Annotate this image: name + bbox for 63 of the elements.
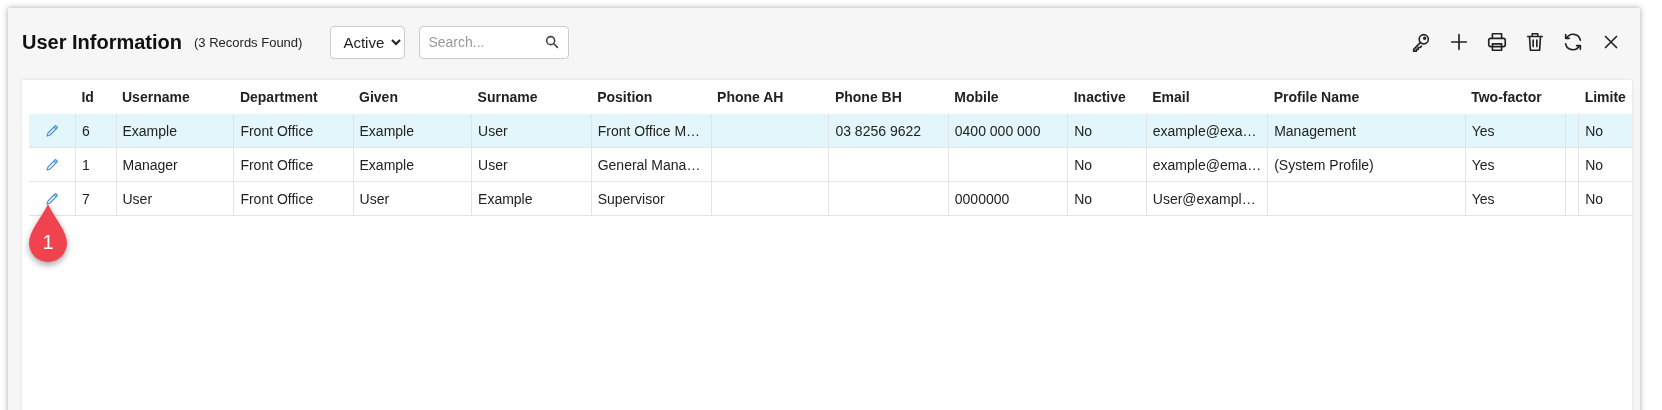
table-cell: 1 [81,156,90,173]
table-cell: Example [359,122,414,139]
add-icon[interactable] [1448,31,1470,53]
table-cell: Yes [1471,122,1495,139]
table-cell: No [1585,122,1604,139]
column-header[interactable]: Surname [477,89,538,105]
refresh-icon[interactable] [1562,31,1584,53]
trash-icon[interactable] [1524,31,1546,53]
column-header[interactable]: Limite [1584,89,1626,105]
table-cell: Manager [122,156,178,173]
table-cell: User [478,122,508,139]
table-cell: (System Profile) [1274,156,1374,173]
table-cell: No [1074,122,1093,139]
table-cell: No [1585,156,1604,173]
table-cell: 6 [81,122,90,139]
status-dropdown[interactable]: Active [330,25,406,59]
column-header[interactable]: Email [1152,89,1190,105]
print-icon[interactable] [1486,31,1508,53]
table-cell: User [359,190,390,207]
table-cell: General Mana… [597,156,701,173]
table-cell: Yes [1471,190,1495,207]
table-cell: Front Office [240,156,314,173]
table-cell: User [478,156,508,173]
record-count: (3 Records Found) [194,34,303,50]
table-cell: 0400 000 000 [954,122,1041,139]
column-header[interactable]: Two-factor [1471,89,1542,105]
column-header[interactable]: Inactive [1073,89,1126,105]
table-cell: 03 8256 9622 [835,122,922,139]
column-header[interactable]: Id [81,89,94,105]
table-cell: Example [122,122,177,139]
key-icon[interactable] [1410,31,1432,53]
pencil-icon[interactable] [44,157,60,174]
pencil-icon[interactable] [44,191,60,208]
table-cell: Example [359,156,414,173]
column-header[interactable]: Profile Name [1273,89,1360,105]
column-header[interactable]: Position [597,89,653,105]
column-header[interactable]: Phone BH [834,89,902,105]
column-header[interactable]: Given [359,89,398,105]
step-marker: 1 [28,203,68,263]
table-cell: 0000000 [954,190,1010,207]
column-header[interactable]: Username [122,89,190,105]
table-cell: example@exa… [1152,122,1257,139]
column-header[interactable]: Phone AH [717,89,784,105]
column-header[interactable]: Mobile [954,89,999,105]
search-icon[interactable] [544,33,561,50]
table-cell: Front Office M… [597,122,701,139]
table-cell: Yes [1471,156,1495,173]
table-cell: Management [1274,122,1356,139]
table-cell: Front Office [240,190,314,207]
table-cell: User [122,190,153,207]
table-cell: 7 [81,190,90,207]
page-title: User Information [22,30,183,54]
column-header[interactable]: Department [239,89,318,105]
table-cell: example@ema… [1152,156,1262,173]
table-cell: User@exampl… [1152,190,1256,207]
table-cell: Example [478,190,533,207]
table-cell: Supervisor [597,190,665,207]
table-cell: No [1585,190,1604,207]
table-cell: No [1074,190,1093,207]
search-field[interactable]: Search... [419,25,570,59]
table-cell: No [1074,156,1093,173]
pencil-icon[interactable] [44,123,60,140]
table-cell: Front Office [240,122,314,139]
